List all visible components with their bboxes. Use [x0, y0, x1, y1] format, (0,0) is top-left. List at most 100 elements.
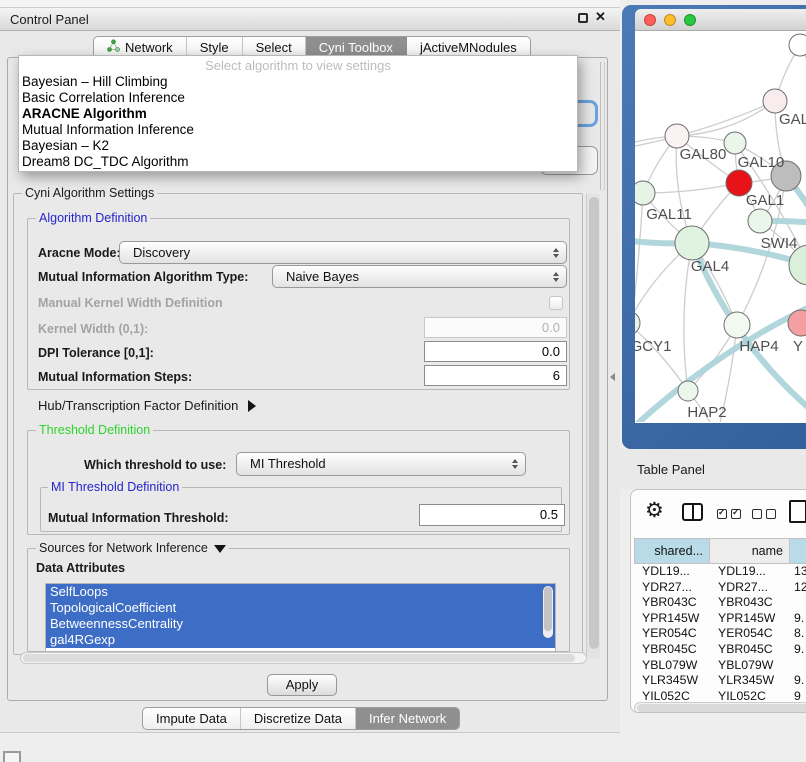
- sources-legend[interactable]: Sources for Network Inference: [36, 541, 229, 555]
- expand-arrow-icon[interactable]: [248, 400, 256, 412]
- table-cell: [790, 658, 806, 674]
- table-cell: 13: [790, 564, 806, 580]
- aracne-mode-combobox[interactable]: Discovery: [119, 241, 567, 264]
- kernel-width-field[interactable]: 0.0: [424, 317, 567, 338]
- algorithm-option[interactable]: ARACNE Algorithm: [19, 106, 577, 122]
- table-panel-title: Table Panel: [637, 462, 705, 477]
- table-cell: YDL19...: [710, 564, 790, 580]
- network-node-gal11[interactable]: [635, 181, 655, 205]
- network-node-hap2[interactable]: [678, 381, 698, 401]
- network-edge: [677, 101, 775, 136]
- gear-icon[interactable]: ⚙: [645, 500, 664, 521]
- panel-title: Control Panel: [10, 12, 89, 27]
- table-cell: 12: [790, 580, 806, 596]
- mi-type-combobox[interactable]: Naive Bayes: [272, 265, 567, 288]
- node-label: GAL80: [680, 146, 727, 163]
- table-cell: YBL079W: [710, 658, 790, 674]
- split-columns-icon[interactable]: [682, 503, 703, 521]
- algorithm-option[interactable]: Mutual Information Inference: [19, 122, 577, 138]
- table-cell: YIL052C: [710, 689, 790, 701]
- algorithm-dropdown-list: Select algorithm to view settings Bayesi…: [18, 55, 578, 172]
- control-panel-titlebar[interactable]: [0, 8, 620, 31]
- settings-group-legend: Cyni Algorithm Settings: [22, 186, 157, 200]
- settings-scrollbar[interactable]: [586, 194, 600, 658]
- network-window-titlebar[interactable]: [635, 9, 806, 31]
- table-cell: YBR043C: [710, 595, 790, 611]
- tab-discretize-data[interactable]: Discretize Data: [241, 708, 356, 729]
- attribute-item[interactable]: SelfLoops: [46, 584, 555, 600]
- algorithm-option[interactable]: Bayesian – Hill Climbing: [19, 74, 577, 90]
- deselect-all-icon[interactable]: [752, 509, 776, 519]
- table-horizontal-scrollbar[interactable]: [634, 702, 806, 713]
- table-cell: 8.: [790, 626, 806, 642]
- tab-infer-network[interactable]: Infer Network: [356, 708, 459, 729]
- network-canvas[interactable]: GALGAL80GAL10GAL1GAL11SWI4GAL4GCY1HAP4YH…: [635, 31, 806, 422]
- dpi-tolerance-field[interactable]: 0.0: [424, 341, 567, 362]
- close-traffic-light-icon[interactable]: [644, 14, 656, 26]
- aracne-mode-label: Aracne Mode:: [38, 246, 121, 260]
- network-node-gal4[interactable]: [675, 226, 709, 260]
- table-cell: YDR27...: [634, 580, 710, 596]
- algorithm-definition-legend: Algorithm Definition: [36, 211, 150, 225]
- which-threshold-combobox[interactable]: MI Threshold: [236, 452, 526, 476]
- attribute-item[interactable]: gal4RGexp: [46, 632, 555, 648]
- node-label: GAL1: [746, 192, 784, 209]
- select-all-icon[interactable]: [717, 509, 741, 519]
- table-cell: YDL19...: [634, 564, 710, 580]
- column-header-a[interactable]: A: [790, 538, 806, 564]
- mi-steps-field[interactable]: 6: [424, 365, 567, 386]
- table-row[interactable]: YIL052CYIL052C9: [634, 689, 806, 701]
- dropdown-placeholder: Select algorithm to view settings: [19, 56, 577, 74]
- table-row[interactable]: YPR145WYPR145W9.: [634, 611, 806, 627]
- manual-kernel-label: Manual Kernel Width Definition: [38, 296, 223, 310]
- table-row[interactable]: YBR045CYBR045C9.: [634, 642, 806, 658]
- collapsed-panel-icon[interactable]: [3, 751, 21, 762]
- spinner-arrows-icon: [553, 248, 559, 258]
- table-row[interactable]: YDL19...YDL19...13: [634, 564, 806, 580]
- table-row[interactable]: YBR043CYBR043C: [634, 595, 806, 611]
- node-label: GAL10: [738, 154, 785, 171]
- manual-kernel-checkbox[interactable]: [549, 296, 563, 310]
- table-row[interactable]: YLR345WYLR345W9.: [634, 673, 806, 689]
- table-row[interactable]: YBL079WYBL079W: [634, 658, 806, 674]
- column-header-name[interactable]: name: [710, 538, 790, 564]
- screen: Control Panel ✕ NetworkStyleSelectCyni T…: [0, 0, 806, 762]
- splitter-handle[interactable]: [610, 373, 615, 381]
- node-label: GAL11: [646, 206, 692, 223]
- network-edge: [635, 323, 688, 391]
- horizontal-scrollbar[interactable]: [20, 652, 587, 664]
- network-node-gal[interactable]: [763, 89, 787, 113]
- list-scrollbar[interactable]: [543, 586, 553, 638]
- tab-label: Discretize Data: [254, 708, 342, 729]
- mi-threshold-field[interactable]: 0.5: [419, 504, 565, 526]
- collapse-arrow-icon[interactable]: [214, 545, 226, 553]
- column-header-shared-[interactable]: shared...: [634, 538, 710, 564]
- table-row[interactable]: YER054CYER054C8.: [634, 626, 806, 642]
- zoom-traffic-light-icon[interactable]: [684, 14, 696, 26]
- node-label: HAP4: [739, 338, 778, 355]
- network-edge: [635, 101, 775, 151]
- table-panel: ⚙ shared...nameA YDL19...YDL19...13YDR27…: [630, 489, 806, 713]
- network-node[interactable]: [789, 34, 806, 56]
- algorithm-option[interactable]: Bayesian – K2: [19, 138, 577, 154]
- document-icon[interactable]: [789, 500, 806, 523]
- network-node-hap4[interactable]: [724, 312, 750, 338]
- tab-impute-data[interactable]: Impute Data: [143, 708, 241, 729]
- table-row[interactable]: YDR27...YDR27...12: [634, 580, 806, 596]
- network-node-gal80[interactable]: [665, 124, 689, 148]
- attribute-item[interactable]: BetweennessCentrality: [46, 616, 555, 632]
- float-panel-icon[interactable]: [578, 13, 588, 23]
- node-label: HAP2: [687, 404, 726, 421]
- hub-section-toggle[interactable]: Hub/Transcription Factor Definition: [38, 398, 256, 413]
- network-node-swi4[interactable]: [748, 209, 772, 233]
- apply-button[interactable]: Apply: [267, 674, 337, 696]
- panel-border-line: [604, 62, 605, 190]
- spinner-arrows-icon: [512, 459, 518, 469]
- algorithm-option[interactable]: Basic Correlation Inference: [19, 90, 577, 106]
- minimize-traffic-light-icon[interactable]: [664, 14, 676, 26]
- network-node-gal10[interactable]: [724, 132, 746, 154]
- algorithm-option[interactable]: Dream8 DC_TDC Algorithm: [19, 154, 577, 170]
- network-view-frame: GALGAL80GAL10GAL1GAL11SWI4GAL4GCY1HAP4YH…: [622, 5, 806, 449]
- close-icon[interactable]: ✕: [595, 9, 606, 25]
- attribute-item[interactable]: TopologicalCoefficient: [46, 600, 555, 616]
